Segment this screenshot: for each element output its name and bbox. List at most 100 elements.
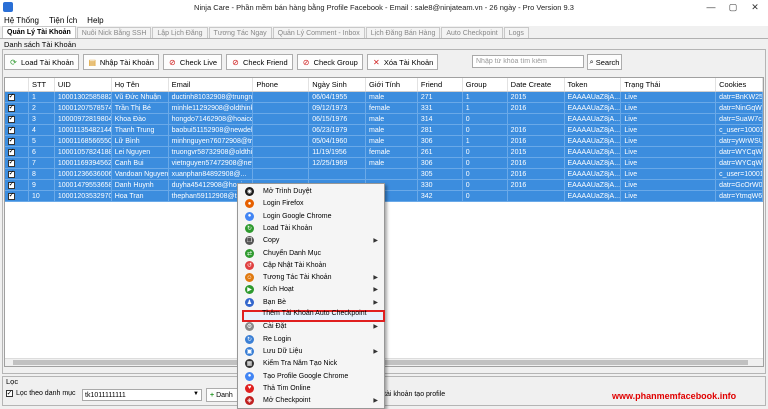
checkbox-icon[interactable]: ✓ — [8, 192, 15, 200]
cell-stt: 1 — [29, 92, 55, 102]
table-row[interactable]: ✓ 5 100011685665500 Lữ Bình minhnguyen760729… — [5, 136, 763, 147]
checkbox-icon[interactable]: ✓ — [8, 148, 15, 156]
col-phone[interactable]: Phone — [253, 78, 310, 91]
table-row[interactable]: ✓ 3 100009728198047 Khoa Đào hongdo71462908@… — [5, 114, 763, 125]
cell-select[interactable]: ✓ — [5, 191, 29, 201]
col-gender[interactable]: Giới Tính — [366, 78, 418, 91]
checkbox-icon[interactable]: ✓ — [8, 93, 15, 101]
cell-select[interactable]: ✓ — [5, 136, 29, 146]
checkbox-icon[interactable]: ✓ — [8, 104, 15, 112]
filter-by-category-checkbox[interactable]: ✓ Lọc theo danh mục — [6, 390, 76, 397]
table-row[interactable]: ✓ 6 100010578241880 Lei Nguyen truongvr58732… — [5, 147, 763, 158]
tab-logs[interactable]: Logs — [503, 27, 529, 38]
col-name[interactable]: Họ Tên — [112, 78, 169, 91]
col-token[interactable]: Token — [565, 78, 622, 91]
ctx-item-calendar[interactable]: ▦ Kiểm Tra Năm Tạo Nick — [238, 358, 384, 369]
table-row[interactable]: ✓ 2 100012075785744 Trần Thị Bé minhle112929… — [5, 103, 763, 114]
ctx-item-save[interactable]: ▣ Lưu Dữ Liệu ▶ — [238, 346, 384, 357]
ctx-item-move[interactable]: ⇄ Chuyển Danh Mục — [238, 248, 384, 259]
cell-select[interactable]: ✓ — [5, 103, 29, 113]
col-status[interactable]: Trạng Thái — [621, 78, 717, 91]
cell-cookies: datr=WYCqWBU... — [716, 147, 763, 157]
cell-friend: 261 — [418, 147, 463, 157]
table-row[interactable]: ✓ 7 100011693945624 Canh Bui vietnguyen57472… — [5, 158, 763, 169]
search-input[interactable] — [472, 55, 584, 68]
cell-gender: male — [366, 136, 418, 146]
tab-sales-schedule[interactable]: Lịch Đăng Bán Hàng — [365, 27, 441, 38]
shield-icon: ◈ — [245, 396, 254, 406]
cell-select[interactable]: ✓ — [5, 147, 29, 157]
ctx-item-interact[interactable]: ☺ Tương Tác Tài Khoản ▶ — [238, 272, 384, 283]
tab-account-management[interactable]: Quản Lý Tài Khoản — [2, 26, 76, 38]
cell-phone — [253, 114, 310, 124]
col-friend[interactable]: Friend — [418, 78, 463, 91]
ctx-item-auto-checkpoint[interactable]: Thêm Tài Khoản Auto Checkpoint — [237, 308, 383, 319]
table-row[interactable]: ✓ 8 100012366360062 Vandoan Nguyen xuanphan8… — [5, 169, 763, 180]
col-email[interactable]: Email — [169, 78, 254, 91]
cell-select[interactable]: ✓ — [5, 92, 29, 102]
ctx-item-settings[interactable]: ⚙ Cài Đặt ▶ — [238, 321, 384, 332]
move-icon: ⇄ — [245, 248, 254, 258]
checkbox-icon[interactable]: ✓ — [8, 137, 15, 145]
checkbox-icon[interactable]: ✓ — [8, 159, 15, 167]
cell-group: 0 — [463, 191, 508, 201]
col-group[interactable]: Group — [463, 78, 508, 91]
checkbox-icon[interactable]: ✓ — [8, 170, 15, 178]
check-live-button[interactable]: ⊘ Check Live — [162, 54, 223, 70]
ctx-item-firefox[interactable]: ● Login Firefox — [238, 198, 384, 209]
tab-auto-checkpoint[interactable]: Auto Checkpoint — [441, 27, 503, 38]
menu-system[interactable]: Hệ Thống — [4, 16, 39, 25]
tab-interact-now[interactable]: Tương Tác Ngay — [208, 27, 272, 38]
close-icon[interactable]: ✕ — [744, 0, 766, 14]
ctx-item-friends[interactable]: ♟ Bạn Bè ▶ — [238, 297, 384, 308]
tab-comment-inbox[interactable]: Quản Lý Comment - Inbox — [272, 27, 365, 38]
cell-friend: 342 — [418, 191, 463, 201]
cell-select[interactable]: ✓ — [5, 169, 29, 179]
import-accounts-button[interactable]: ▤ Nhập Tài Khoản — [82, 54, 159, 70]
cell-name: Hoa Tran — [112, 191, 169, 201]
ctx-item-relogin[interactable]: ↻ Re Login — [238, 334, 384, 345]
cell-name: Canh Bui — [112, 158, 169, 168]
col-select[interactable] — [5, 78, 29, 91]
ctx-item-activate[interactable]: ▶ Kích Hoạt ▶ — [238, 284, 384, 295]
tab-schedule-post[interactable]: Lập Lịch Đăng — [152, 27, 208, 38]
delete-accounts-button[interactable]: ✕ Xóa Tài Khoản — [366, 54, 439, 70]
tab-ssh[interactable]: Nuôi Nick Bằng SSH — [76, 27, 152, 38]
col-cookies[interactable]: Cookies — [716, 78, 763, 91]
menu-help[interactable]: Help — [87, 16, 103, 25]
ctx-item-load[interactable]: ↻ Load Tài Khoản — [238, 223, 384, 234]
ctx-item-heart[interactable]: ♥ Thả Tim Online — [238, 383, 384, 394]
category-select[interactable]: tk1011111111 ▼ — [82, 389, 202, 401]
load-accounts-button[interactable]: ⟳ Load Tài Khoản — [4, 54, 79, 70]
col-date-create[interactable]: Date Create — [508, 78, 565, 91]
table-row[interactable]: ✓ 4 100011354821440 Thanh Trung baobui511529… — [5, 125, 763, 136]
cell-select[interactable]: ✓ — [5, 125, 29, 135]
check-group-button[interactable]: ⊘ Check Group — [296, 54, 363, 70]
table-row[interactable]: ✓ 1 100013025858823 Vũ Đức Nhuận ductinh8103… — [5, 92, 763, 103]
ctx-item-shield[interactable]: ◈ Mở Checkpoint ▶ — [238, 395, 384, 406]
ctx-item-chrome[interactable]: ● Tạo Profile Google Chrome — [238, 371, 384, 382]
cell-select[interactable]: ✓ — [5, 158, 29, 168]
checkbox-icon[interactable]: ✓ — [8, 181, 15, 189]
ctx-item-update[interactable]: ↺ Cập Nhật Tài Khoản — [238, 260, 384, 271]
chevron-right-icon: ▶ — [373, 275, 378, 282]
ctx-item-copy[interactable]: ❐ Copy ▶ — [238, 235, 384, 246]
ctx-item-chrome[interactable]: ● Login Google Chrome — [238, 211, 384, 222]
cell-select[interactable]: ✓ — [5, 180, 29, 190]
window-controls: — ▢ ✕ — [700, 0, 766, 14]
cell-select[interactable]: ✓ — [5, 114, 29, 124]
search-button[interactable]: ⌕ Search — [587, 54, 622, 70]
ctx-item-globe[interactable]: ◉ Mở Trình Duyệt — [238, 186, 384, 197]
maximize-icon[interactable]: ▢ — [722, 0, 744, 14]
cell-email: truongvr58732908@oldthin... — [169, 147, 254, 157]
col-uid[interactable]: UID — [55, 78, 112, 91]
col-birthday[interactable]: Ngày Sinh — [309, 78, 367, 91]
check-friend-button[interactable]: ⊘ Check Friend — [226, 54, 293, 70]
minimize-icon[interactable]: — — [700, 0, 722, 14]
col-stt[interactable]: STT — [29, 78, 55, 91]
cell-group: 0 — [463, 114, 508, 124]
checkbox-icon[interactable]: ✓ — [8, 126, 15, 134]
checkbox-icon[interactable]: ✓ — [8, 115, 15, 123]
window-title: Ninja Care - Phần mềm bán hàng bằng Prof… — [194, 2, 574, 12]
menu-utilities[interactable]: Tiện Ích — [49, 16, 77, 25]
